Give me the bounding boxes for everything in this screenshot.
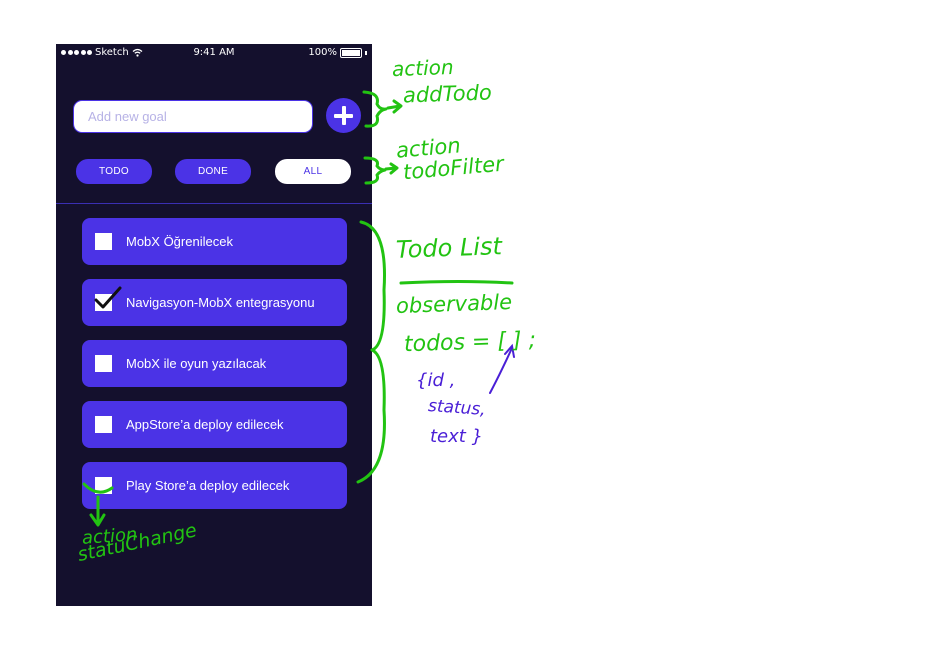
todo-item[interactable]: Play Store’a deploy edilecek — [82, 462, 347, 509]
todo-checkbox[interactable] — [95, 477, 112, 494]
battery-percent: 100% — [308, 47, 337, 58]
todo-item[interactable]: MobX ile oyun yazılacak — [82, 340, 347, 387]
battery-tip — [365, 50, 367, 55]
filter-all-button[interactable]: ALL — [275, 159, 351, 184]
battery-status: 100% — [308, 47, 367, 58]
divider — [56, 203, 372, 204]
battery-icon — [340, 47, 362, 58]
todo-text: AppStore’a deploy edilecek — [126, 417, 284, 432]
annotation-add-todo-2: addTodo — [402, 80, 493, 108]
filter-arrow — [384, 162, 399, 175]
add-todo-button[interactable] — [326, 98, 361, 133]
annotation-fields-1: {id , — [416, 370, 456, 391]
todo-text: MobX ile oyun yazılacak — [126, 356, 267, 371]
phone-screen: Sketch 9:41 AM 100% TODO DONE ALL MobX Ö… — [56, 44, 372, 606]
filter-todo-button[interactable]: TODO — [76, 159, 152, 184]
todos-pointer-arrow — [489, 347, 513, 394]
filter-done-button[interactable]: DONE — [175, 159, 251, 184]
todo-text: MobX Öğrenilecek — [126, 234, 233, 249]
add-todo-arrow — [386, 99, 403, 114]
annotation-filter-2: todoFilter — [402, 151, 505, 185]
todo-checkbox[interactable] — [95, 233, 112, 250]
annotation-todo-list-title: Todo List — [395, 232, 503, 264]
todo-checkbox[interactable] — [95, 355, 112, 372]
todo-text: Navigasyon-MobX entegrasyonu — [126, 295, 315, 310]
todo-checkbox[interactable] — [94, 286, 122, 311]
annotation-observable: observable — [395, 289, 513, 319]
todo-text: Play Store’a deploy edilecek — [126, 478, 290, 493]
annotation-add-todo-1: action — [391, 54, 454, 82]
annotation-fields-2: status, — [427, 396, 487, 420]
todo-list-underline — [399, 280, 514, 285]
new-goal-input[interactable] — [73, 100, 313, 133]
todo-item[interactable]: AppStore’a deploy edilecek — [82, 401, 347, 448]
checkmark-icon — [94, 286, 122, 309]
todo-item[interactable]: Navigasyon-MobX entegrasyonu — [82, 279, 347, 326]
status-bar: Sketch 9:41 AM 100% — [56, 44, 372, 62]
annotation-todos-expr: todos = [ ] ; — [403, 327, 537, 358]
annotation-fields-3: text } — [430, 426, 484, 447]
todo-checkbox[interactable] — [95, 416, 112, 433]
todo-item[interactable]: MobX Öğrenilecek — [82, 218, 347, 265]
